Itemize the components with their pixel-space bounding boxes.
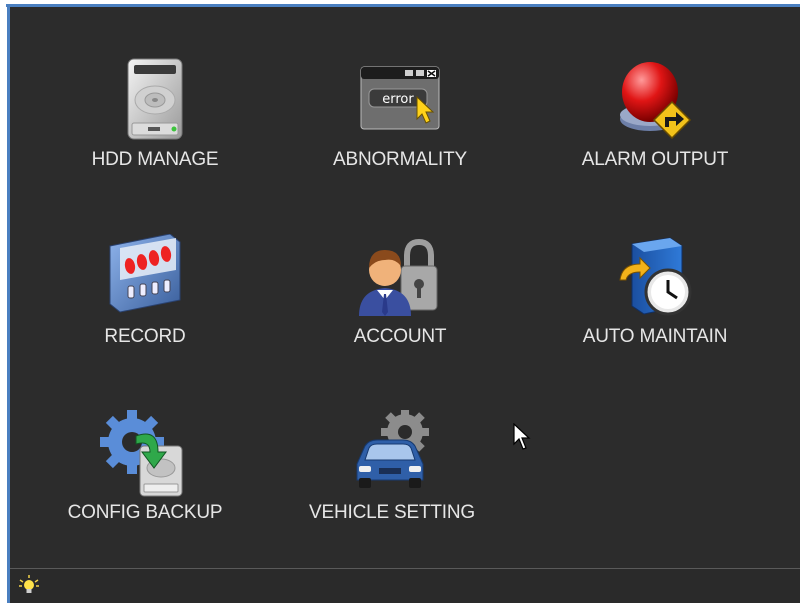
menu-item-abnormality[interactable]: error ABNORMALITY [280, 57, 520, 207]
menu-item-label: ACCOUNT [353, 326, 447, 347]
menu-item-record[interactable]: RECORD [25, 234, 265, 384]
menu-item-label: HDD MANAGE [91, 149, 219, 170]
gear-backup-icon [100, 410, 190, 500]
menu-item-label: CONFIG BACKUP [67, 502, 223, 523]
error-window-text: error [382, 92, 414, 107]
menu-item-label: ABNORMALITY [333, 149, 467, 170]
menu-item-label: AUTO MAINTAIN [582, 326, 728, 347]
menu-item-label: RECORD [104, 326, 186, 347]
hard-drive-icon [110, 57, 200, 147]
menu-item-account[interactable]: ACCOUNT [280, 234, 520, 384]
menu-item-config-backup[interactable]: CONFIG BACKUP [25, 410, 265, 560]
dvr-main-menu-screen: HDD MANAGE error ABNORMALITY ALARM OUTPU… [0, 0, 800, 603]
clock-server-icon [610, 234, 700, 324]
car-gear-icon [347, 410, 437, 500]
user-lock-icon [355, 234, 445, 324]
status-bar [10, 568, 800, 603]
menu-item-vehicle-setting[interactable]: VEHICLE SETTING [272, 410, 512, 560]
record-panel-icon [100, 234, 190, 324]
menu-panel: HDD MANAGE error ABNORMALITY ALARM OUTPU… [10, 7, 800, 603]
menu-item-alarm-output[interactable]: ALARM OUTPUT [535, 57, 775, 207]
menu-item-hdd-manage[interactable]: HDD MANAGE [35, 57, 275, 207]
menu-item-label: VEHICLE SETTING [309, 502, 475, 523]
error-window-icon: error [355, 57, 445, 147]
menu-item-auto-maintain[interactable]: AUTO MAINTAIN [535, 234, 775, 384]
menu-item-label: ALARM OUTPUT [581, 149, 729, 170]
alarm-light-icon [610, 57, 700, 147]
lightbulb-icon[interactable] [18, 574, 40, 596]
mouse-pointer-icon [513, 423, 531, 450]
